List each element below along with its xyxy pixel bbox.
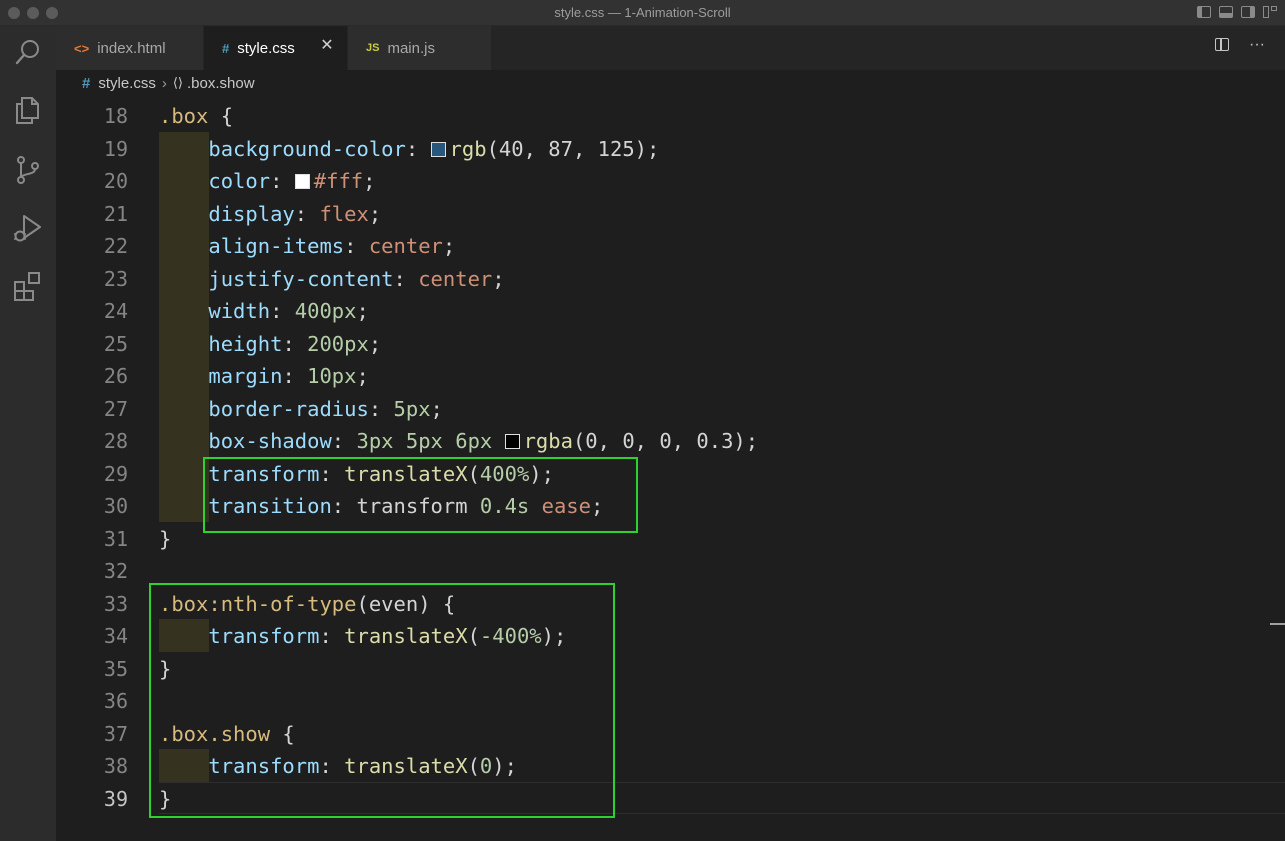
code-line: display: flex;: [208, 201, 382, 226]
close-tab-icon[interactable]: ✕: [319, 38, 335, 54]
line-number: 28: [103, 429, 128, 453]
code-line: .box {: [159, 104, 234, 128]
symbol-class-icon: ⟨⟩: [172, 75, 184, 90]
code-line: margin: 10px;: [208, 364, 369, 388]
html-file-icon: <>: [74, 40, 90, 56]
line-number: 25: [103, 331, 128, 356]
code-line: border-radius: 5px;: [208, 396, 443, 421]
highlight-box-rules: [149, 583, 615, 818]
line-number: 30: [103, 494, 128, 518]
css-file-icon: #: [222, 40, 230, 56]
layout-controls: [1197, 6, 1277, 18]
breadcrumb-file[interactable]: style.css: [98, 75, 156, 92]
line-number: 26: [103, 364, 128, 388]
title-bar: style.css — 1-Animation-Scroll: [0, 0, 1285, 26]
line-number: 29: [103, 461, 128, 486]
line-number: 32: [103, 559, 128, 583]
editor-tab-bar: <> index.html # style.css ✕ JS main.js ·…: [56, 26, 1285, 70]
css-file-icon: #: [82, 74, 91, 92]
line-number: 33: [103, 591, 128, 616]
color-swatch[interactable]: [294, 174, 310, 189]
line-number: 27: [103, 396, 128, 421]
code-line: align-items: center;: [208, 234, 456, 258]
editor-actions: ···: [1215, 36, 1265, 54]
line-number: 20: [103, 169, 128, 193]
toggle-secondary-sidebar-icon[interactable]: [1241, 6, 1255, 18]
activity-bar: [0, 26, 56, 841]
tab-label: index.html: [97, 39, 166, 57]
source-control-icon[interactable]: [12, 154, 44, 186]
split-editor-icon[interactable]: [1215, 38, 1230, 51]
tab-label: style.css: [237, 39, 295, 57]
line-number: 39: [103, 786, 128, 811]
tab-label: main.js: [387, 39, 435, 57]
line-number: 34: [103, 624, 128, 648]
line-number: 37: [103, 721, 128, 746]
line-number: 35: [103, 656, 128, 681]
line-number: 38: [103, 754, 128, 778]
toggle-primary-sidebar-icon[interactable]: [1197, 6, 1211, 18]
line-number: 23: [103, 266, 128, 291]
line-number: 19: [103, 136, 128, 161]
tab-index-html[interactable]: <> index.html: [56, 26, 204, 70]
code-line: color: #fff;: [208, 169, 376, 193]
more-actions-icon[interactable]: ···: [1249, 36, 1265, 54]
window-title: style.css — 1-Animation-Scroll: [554, 5, 731, 20]
js-file-icon: JS: [366, 42, 380, 54]
line-number: 24: [103, 299, 128, 323]
line-number: 18: [103, 104, 128, 128]
line-number: 22: [103, 234, 128, 258]
code-line: justify-content: center;: [208, 266, 505, 291]
line-number: 21: [103, 201, 128, 226]
explorer-icon[interactable]: [12, 94, 44, 126]
code-line: box-shadow: 3px 5px 6px rgba(0, 0, 0, 0.…: [208, 429, 759, 453]
code-line: }: [159, 526, 172, 551]
code-line: background-color: rgb(40, 87, 125);: [208, 136, 660, 161]
tab-main-js[interactable]: JS main.js: [348, 26, 492, 70]
line-number: 31: [103, 526, 128, 551]
scrollbar-marker: [1270, 623, 1285, 625]
extensions-icon[interactable]: [12, 270, 44, 302]
search-icon[interactable]: [12, 36, 44, 68]
breadcrumb: # style.css › ⟨⟩ .box.show: [56, 70, 1285, 96]
tab-style-css[interactable]: # style.css ✕: [204, 26, 348, 70]
code-editor[interactable]: 18 19 20 21 22 23 24 25 26 27 28 29 30 3…: [56, 96, 1285, 841]
color-swatch[interactable]: [430, 141, 446, 157]
run-debug-icon[interactable]: [12, 212, 44, 244]
color-swatch[interactable]: [504, 434, 520, 449]
breadcrumb-symbol[interactable]: .box.show: [187, 75, 255, 92]
highlight-box-transform: [203, 457, 638, 533]
code-line: height: 200px;: [208, 331, 382, 356]
toggle-panel-icon[interactable]: [1219, 6, 1233, 18]
code-line: width: 400px;: [208, 299, 369, 323]
customize-layout-icon[interactable]: [1263, 6, 1277, 18]
line-number: 36: [103, 689, 128, 713]
chevron-right-icon: ›: [161, 74, 167, 92]
